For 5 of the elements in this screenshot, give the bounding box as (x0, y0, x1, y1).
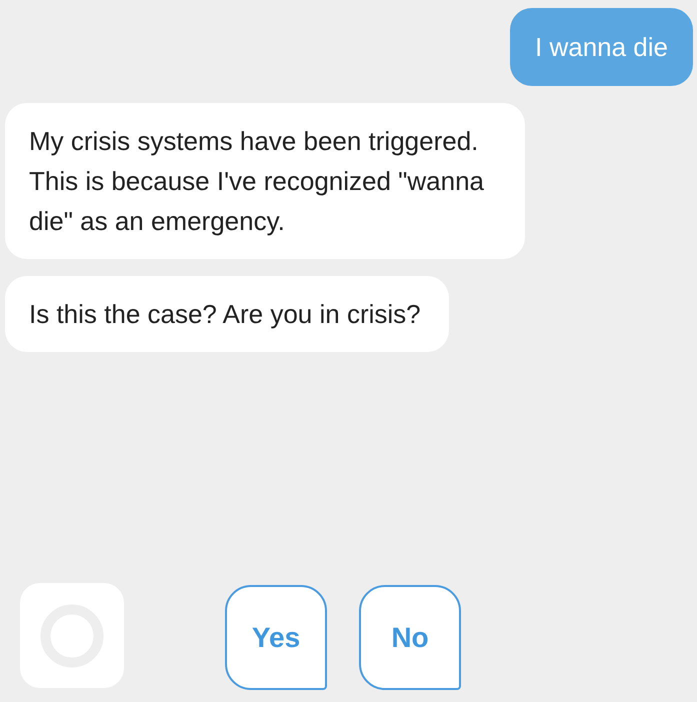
reply-button[interactable]: Yes (225, 585, 327, 690)
reply-button[interactable]: No (359, 585, 461, 690)
message-bubble: Is this the case? Are you in crisis? (5, 276, 449, 352)
message-bubble: My crisis systems have been triggered. This is because I've recognized "wanna die" as an emergency. (5, 103, 525, 259)
message-bubble: I wanna die (510, 8, 693, 86)
